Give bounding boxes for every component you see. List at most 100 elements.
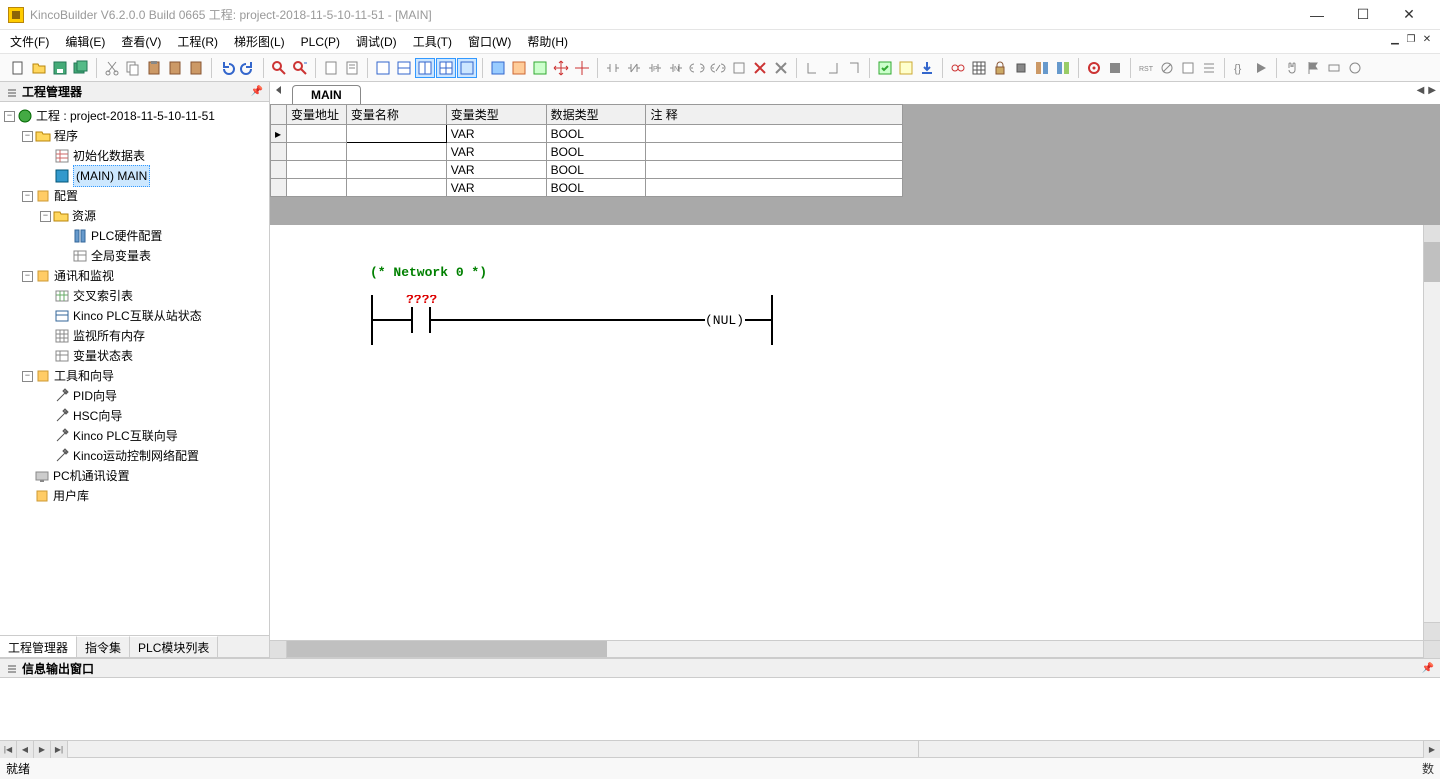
last-icon[interactable] <box>1345 58 1365 78</box>
tree-pid-wiz[interactable]: PID向导 <box>73 386 117 406</box>
vertical-scrollbar[interactable] <box>1423 225 1440 640</box>
tree-slave-status[interactable]: Kinco PLC互联从站状态 <box>73 306 202 326</box>
tab-nav-left-icon[interactable]: ◀ <box>1417 85 1425 96</box>
compile2-icon[interactable] <box>896 58 916 78</box>
table-row[interactable]: VARBOOL <box>271 161 903 179</box>
paste3-icon[interactable] <box>186 58 206 78</box>
tab-plc-modules[interactable]: PLC模块列表 <box>130 636 218 657</box>
redo-icon[interactable] <box>238 58 258 78</box>
open-icon[interactable] <box>29 58 49 78</box>
win2-icon[interactable] <box>394 58 414 78</box>
coil2-icon[interactable] <box>708 58 728 78</box>
tree-resource[interactable]: 资源 <box>72 206 96 226</box>
menu-edit[interactable]: 编辑(E) <box>65 33 105 50</box>
tree-user-lib[interactable]: 用户库 <box>53 486 89 506</box>
table-row[interactable]: ▸VARBOOL <box>271 125 903 143</box>
list-icon[interactable] <box>1199 58 1219 78</box>
scroll-next-icon[interactable]: ▶ <box>34 741 51 758</box>
rst-icon[interactable]: RST <box>1136 58 1156 78</box>
mdi-close-button[interactable]: ✕ <box>1420 32 1434 46</box>
menu-debug[interactable]: 调试(D) <box>356 33 397 50</box>
branch2-icon[interactable] <box>823 58 843 78</box>
replace-icon[interactable] <box>290 58 310 78</box>
tab-instruction-set[interactable]: 指令集 <box>77 636 130 657</box>
flag-icon[interactable] <box>1303 58 1323 78</box>
new-icon[interactable] <box>8 58 28 78</box>
minimize-button[interactable]: — <box>1294 0 1340 30</box>
move2-icon[interactable] <box>572 58 592 78</box>
tab-main[interactable]: MAIN <box>292 85 361 104</box>
monitor-icon[interactable] <box>948 58 968 78</box>
grid3-icon[interactable] <box>530 58 550 78</box>
menu-tools[interactable]: 工具(T) <box>413 33 452 50</box>
menu-project[interactable]: 工程(R) <box>177 33 218 50</box>
scroll-right-icon[interactable]: ▶ <box>1423 741 1440 758</box>
tree-hsc-wiz[interactable]: HSC向导 <box>73 406 122 426</box>
menu-window[interactable]: 窗口(W) <box>468 33 511 50</box>
compile-icon[interactable] <box>875 58 895 78</box>
tab-nav-right-icon[interactable]: ▶ <box>1428 85 1436 96</box>
coil1-icon[interactable] <box>687 58 707 78</box>
branch1-icon[interactable] <box>802 58 822 78</box>
pin-icon[interactable]: 📌 <box>1422 663 1434 674</box>
lock-icon[interactable] <box>990 58 1010 78</box>
delete2-icon[interactable] <box>771 58 791 78</box>
variable-table[interactable]: 变量地址 变量名称 变量类型 数据类型 注 释 ▸VARBOOL VARBOOL… <box>270 104 903 197</box>
pin-icon[interactable]: 📌 <box>251 86 263 97</box>
doc2-icon[interactable] <box>342 58 362 78</box>
nop-icon[interactable] <box>1157 58 1177 78</box>
tree-config[interactable]: 配置 <box>54 186 78 206</box>
stop-icon[interactable] <box>1105 58 1125 78</box>
paste-icon[interactable] <box>144 58 164 78</box>
tree-cross-ref[interactable]: 交叉索引表 <box>73 286 133 306</box>
paste2-icon[interactable] <box>165 58 185 78</box>
table-row[interactable]: VARBOOL <box>271 143 903 161</box>
mdi-restore-button[interactable]: ❐ <box>1404 32 1418 46</box>
menu-file[interactable]: 文件(F) <box>10 33 49 50</box>
brace-icon[interactable]: {} <box>1230 58 1250 78</box>
win3-icon[interactable] <box>415 58 435 78</box>
output-body[interactable] <box>0 678 1440 740</box>
tab-project-manager[interactable]: 工程管理器 <box>0 636 77 657</box>
menu-help[interactable]: 帮助(H) <box>527 33 568 50</box>
tree-kinco-link-wiz[interactable]: Kinco PLC互联向导 <box>73 426 178 446</box>
tree-main[interactable]: (MAIN) MAIN <box>73 165 150 187</box>
bar1-icon[interactable] <box>1032 58 1052 78</box>
win4-icon[interactable] <box>436 58 456 78</box>
ladder-rung[interactable]: ???? (NUL) <box>370 295 790 345</box>
table-icon[interactable] <box>969 58 989 78</box>
save-icon[interactable] <box>50 58 70 78</box>
mdi-minimize-button[interactable]: ▁ <box>1388 32 1402 46</box>
undo-icon[interactable] <box>217 58 237 78</box>
close-button[interactable]: ✕ <box>1386 0 1432 30</box>
tree-global-vars[interactable]: 全局变量表 <box>91 246 151 266</box>
tree-hw-config[interactable]: PLC硬件配置 <box>91 226 162 246</box>
next-icon[interactable] <box>1324 58 1344 78</box>
menu-plc[interactable]: PLC(P) <box>301 35 340 49</box>
tree-monitor-mem[interactable]: 监视所有内存 <box>73 326 145 346</box>
saveall-icon[interactable] <box>71 58 91 78</box>
win1-icon[interactable] <box>373 58 393 78</box>
branch3-icon[interactable] <box>844 58 864 78</box>
tree-motion-wiz[interactable]: Kinco运动控制网络配置 <box>73 446 199 466</box>
maximize-button[interactable]: ☐ <box>1340 0 1386 30</box>
contact3-icon[interactable]: P <box>645 58 665 78</box>
download-icon[interactable] <box>917 58 937 78</box>
func-icon[interactable] <box>729 58 749 78</box>
horizontal-scrollbar[interactable] <box>270 640 1440 657</box>
tree-var-status[interactable]: 变量状态表 <box>73 346 133 366</box>
scroll-last-icon[interactable]: ▶| <box>51 741 68 758</box>
tree-tools-wiz[interactable]: 工具和向导 <box>54 366 114 386</box>
tree-comm[interactable]: 通讯和监视 <box>54 266 114 286</box>
scroll-first-icon[interactable]: |◀ <box>0 741 17 758</box>
contact-closed-icon[interactable] <box>624 58 644 78</box>
chip-icon[interactable] <box>1011 58 1031 78</box>
project-tree[interactable]: −工程 : project-2018-11-5-10-11-51 −程序 初始化… <box>0 102 269 635</box>
menu-ladder[interactable]: 梯形图(L) <box>234 33 285 50</box>
tree-pc-comm[interactable]: PC机通讯设置 <box>53 466 130 486</box>
grid1-icon[interactable] <box>488 58 508 78</box>
table-row[interactable]: VARBOOL <box>271 179 903 197</box>
contact4-icon[interactable]: N <box>666 58 686 78</box>
run-icon[interactable] <box>1251 58 1271 78</box>
find-icon[interactable] <box>269 58 289 78</box>
